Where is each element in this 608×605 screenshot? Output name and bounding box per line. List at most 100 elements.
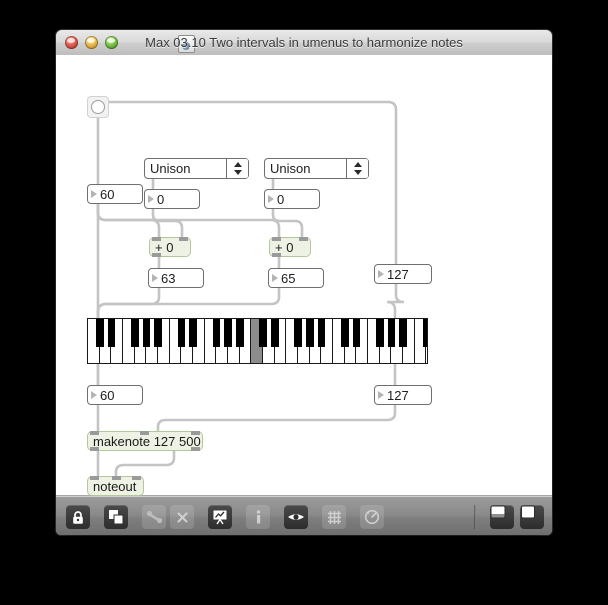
- black-key[interactable]: [422, 319, 427, 347]
- inspector-icon: [284, 505, 308, 529]
- numberbox-triangle-icon: [272, 274, 278, 282]
- velocity-out-numberbox[interactable]: 127: [374, 385, 432, 405]
- kslider-keyboard[interactable]: [87, 318, 428, 364]
- black-key[interactable]: [142, 319, 151, 347]
- black-key[interactable]: [317, 319, 326, 347]
- result-1-value: 63: [161, 270, 176, 286]
- black-key[interactable]: [271, 319, 279, 347]
- inlet-left: [272, 237, 281, 241]
- noteout-label: noteout: [93, 478, 137, 494]
- note-out-numberbox[interactable]: 60: [87, 385, 143, 405]
- inlet-left: [152, 237, 161, 241]
- window-title: Max 03.10 Two intervals in umenus to har…: [145, 35, 463, 50]
- full-view-button[interactable]: [520, 505, 544, 529]
- black-key[interactable]: [224, 319, 232, 347]
- bang-circle-icon: [91, 100, 105, 114]
- black-key[interactable]: [96, 319, 104, 347]
- sidebar-view-button[interactable]: [490, 505, 514, 529]
- result-2-numberbox[interactable]: 65: [268, 268, 324, 288]
- new-object-button[interactable]: [104, 505, 128, 529]
- inlet-right: [179, 237, 188, 241]
- velocity-top-value: 127: [387, 266, 409, 282]
- black-key[interactable]: [376, 319, 384, 347]
- window-titlebar[interactable]: Max 03.10 Two intervals in umenus to har…: [56, 30, 552, 56]
- inlet-right: [132, 476, 141, 480]
- result-1-numberbox[interactable]: 63: [148, 268, 204, 288]
- chevron-up-icon: [233, 162, 242, 167]
- add-object-2[interactable]: + 0: [269, 237, 311, 257]
- black-key[interactable]: [131, 319, 139, 347]
- black-key[interactable]: [189, 319, 197, 347]
- black-key[interactable]: [107, 319, 116, 347]
- makenote-label: makenote 127 500: [93, 433, 201, 449]
- inlet-right: [191, 431, 200, 435]
- interval-1-value: 0: [157, 191, 165, 207]
- black-key[interactable]: [294, 319, 302, 347]
- noteout-object[interactable]: noteout: [87, 476, 144, 496]
- inlet-middle: [140, 431, 149, 435]
- inlet-right: [299, 237, 308, 241]
- umenu-1-label: Unison: [150, 161, 191, 176]
- patcher-toolbar: [56, 496, 552, 535]
- add-object-1[interactable]: + 0: [149, 237, 191, 257]
- black-key[interactable]: [399, 319, 407, 347]
- velocity-out-value: 127: [387, 387, 409, 403]
- interval-umenu-2[interactable]: Unison: [264, 158, 369, 179]
- interval-1-numberbox[interactable]: 0: [144, 189, 200, 209]
- patchcords-button[interactable]: [142, 505, 166, 529]
- outlet-right: [191, 447, 200, 451]
- outlet-left: [272, 253, 281, 257]
- black-key[interactable]: [341, 319, 349, 347]
- bang-object[interactable]: [87, 96, 109, 118]
- patcher-window: Max 03.10 Two intervals in umenus to har…: [56, 30, 552, 535]
- numberbox-triangle-icon: [152, 274, 158, 282]
- result-2-value: 65: [281, 270, 296, 286]
- root-note-numberbox[interactable]: 60: [87, 184, 143, 204]
- presentation-icon: [208, 505, 232, 529]
- split-view-icon: [490, 505, 514, 524]
- patcher-canvas[interactable]: Unison Unison 60 0 0 + 0 + 0 63 65 127 6…: [56, 55, 552, 496]
- outlet-left: [152, 253, 161, 257]
- numberbox-triangle-icon: [378, 391, 384, 399]
- inspector-button[interactable]: [284, 505, 308, 529]
- umenu-2-label: Unison: [270, 161, 311, 176]
- numberbox-triangle-icon: [91, 190, 97, 198]
- root-note-value: 60: [100, 186, 115, 202]
- delete-button[interactable]: [170, 505, 194, 529]
- full-view-icon: [520, 505, 544, 524]
- grid-icon: [322, 505, 346, 529]
- inspector-info-button[interactable]: [246, 505, 270, 529]
- black-key[interactable]: [212, 319, 221, 347]
- presentation-button[interactable]: [208, 505, 232, 529]
- interval-2-numberbox[interactable]: 0: [264, 189, 320, 209]
- assistance-icon: [360, 505, 384, 529]
- toolbar-divider: [474, 505, 476, 529]
- black-key[interactable]: [236, 319, 244, 347]
- chevron-down-icon: [353, 170, 362, 175]
- inlet-left: [90, 431, 99, 435]
- makenote-object[interactable]: makenote 127 500: [87, 431, 203, 451]
- black-key[interactable]: [352, 319, 361, 347]
- chevron-up-icon: [353, 162, 362, 167]
- numberbox-triangle-icon: [378, 270, 384, 278]
- info-icon: [246, 505, 270, 529]
- patchcords-icon: [142, 505, 166, 529]
- lock-toggle-button[interactable]: [66, 505, 90, 529]
- numberbox-triangle-icon: [268, 195, 274, 203]
- umenu-1-spinner[interactable]: [226, 159, 248, 178]
- umenu-2-spinner[interactable]: [346, 159, 368, 178]
- lock-icon: [66, 505, 90, 529]
- black-key[interactable]: [306, 319, 314, 347]
- numberbox-triangle-icon: [91, 391, 97, 399]
- black-key[interactable]: [154, 319, 162, 347]
- interval-umenu-1[interactable]: Unison: [144, 158, 249, 179]
- velocity-top-numberbox[interactable]: 127: [374, 264, 432, 284]
- note-out-value: 60: [100, 387, 115, 403]
- black-key[interactable]: [177, 319, 186, 347]
- black-key[interactable]: [259, 319, 267, 347]
- assistance-button[interactable]: [360, 505, 384, 529]
- grid-button[interactable]: [322, 505, 346, 529]
- new-object-icon: [104, 505, 128, 529]
- inlet-middle: [112, 476, 121, 480]
- black-key[interactable]: [387, 319, 396, 347]
